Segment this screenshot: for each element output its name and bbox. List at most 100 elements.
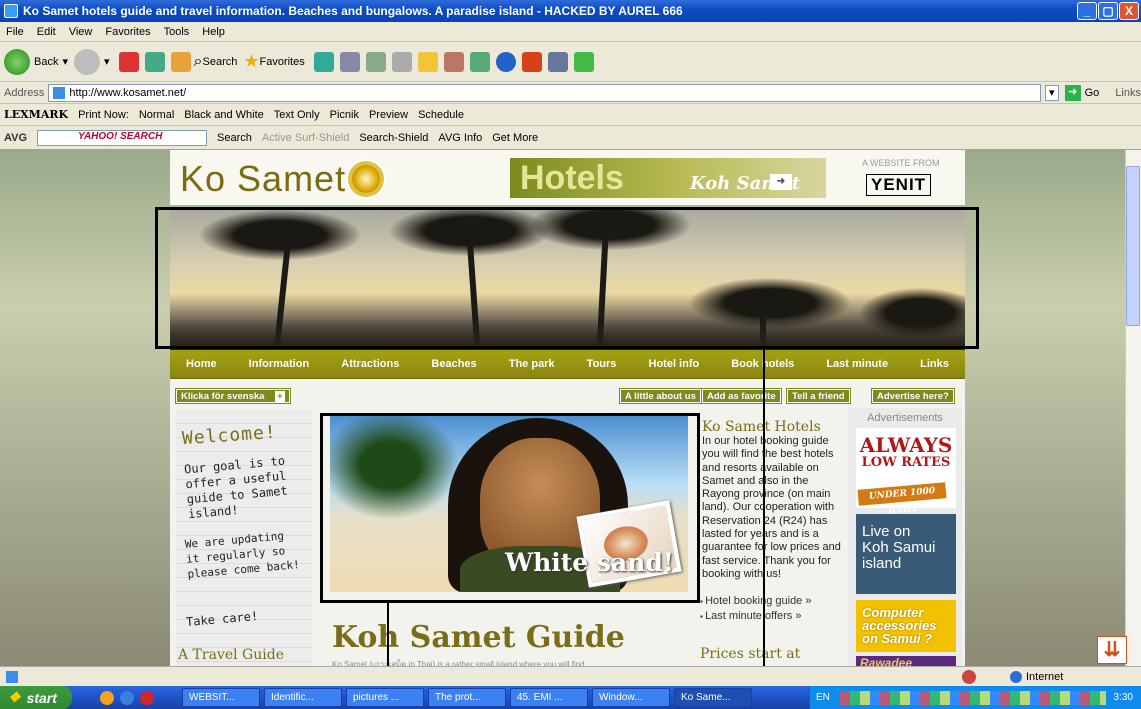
people-icon[interactable] <box>573 51 594 72</box>
bluetooth-icon[interactable] <box>495 51 516 72</box>
history-icon[interactable] <box>313 51 334 72</box>
nav-home[interactable]: Home <box>186 358 217 370</box>
avg-search-button[interactable]: Search <box>217 132 252 144</box>
quicklaunch-icon-3[interactable] <box>140 690 154 705</box>
welcome-text-1: Our goal is to offer a useful guide to S… <box>183 453 289 522</box>
menu-edit[interactable]: Edit <box>37 26 56 38</box>
language-indicator[interactable]: EN <box>816 692 830 703</box>
avg-info-button[interactable]: AVG Info <box>438 132 482 144</box>
back-arrow-icon <box>4 48 30 75</box>
mail-icon[interactable] <box>339 51 360 72</box>
welcome-text-2: We are updating it regularly so please c… <box>184 529 301 581</box>
nav-hotel-info[interactable]: Hotel info <box>649 358 700 370</box>
clock: 3:30 <box>1113 692 1133 703</box>
quicklaunch-icon-1[interactable] <box>100 690 114 705</box>
menu-tools[interactable]: Tools <box>164 26 190 38</box>
menu-view[interactable]: View <box>69 26 93 38</box>
about-us-button[interactable]: A little about us <box>619 388 702 404</box>
maximize-button[interactable]: ▢ <box>1098 2 1118 20</box>
prices-heading: Prices start at <box>700 646 801 662</box>
nav-beaches[interactable]: Beaches <box>431 358 476 370</box>
search-shield-button[interactable]: Search-Shield <box>359 132 428 144</box>
advertise-button[interactable]: Advertise here? <box>871 388 955 404</box>
lexmark-normal[interactable]: Normal <box>139 109 174 121</box>
hotels-banner[interactable]: Hotels Koh Samet ➜ <box>510 158 826 198</box>
hotel-booking-link[interactable]: ▪ Hotel booking guide » <box>700 594 811 609</box>
screen-icon[interactable] <box>547 51 568 72</box>
internet-globe-icon <box>1010 670 1022 683</box>
forward-button[interactable]: ▾ <box>74 48 110 75</box>
go-arrow-icon[interactable]: ➜ <box>1064 84 1081 101</box>
search-button[interactable]: ⌕ Search <box>194 53 238 71</box>
menu-help[interactable]: Help <box>202 26 225 38</box>
site-logo[interactable]: Ko Samet <box>180 158 346 200</box>
refresh-icon[interactable] <box>144 51 165 72</box>
avg-brand[interactable]: AVG <box>4 132 27 144</box>
task-identific[interactable]: Identific... <box>264 688 342 707</box>
active-surf-shield[interactable]: Active Surf-Shield <box>262 132 349 144</box>
tray-icons[interactable] <box>839 690 1106 705</box>
status-zone: Internet <box>1026 670 1064 683</box>
swedish-button[interactable]: Klicka för svenska + <box>175 388 291 404</box>
stop-icon[interactable] <box>118 51 139 72</box>
edit-icon[interactable] <box>391 51 412 72</box>
tell-friend-button[interactable]: Tell a friend <box>786 388 851 404</box>
status-bar: Internet <box>0 666 1141 686</box>
messenger-icon[interactable] <box>443 51 464 72</box>
task-websit[interactable]: WEBSIT... <box>182 688 260 707</box>
go-button[interactable]: Go <box>1085 87 1100 99</box>
guide-title: Koh Samet Guide <box>332 620 625 655</box>
nav-the-park[interactable]: The park <box>509 358 555 370</box>
hotels-heading: Ko Samet Hotels <box>702 419 821 435</box>
start-button[interactable]: ❖ start <box>0 686 72 709</box>
address-dropdown[interactable]: ▾ <box>1044 84 1059 101</box>
task-the-prot[interactable]: The prot... <box>428 688 506 707</box>
research-icon[interactable] <box>469 51 490 72</box>
nav-last-minute[interactable]: Last minute <box>826 358 888 370</box>
ad-rawadee[interactable]: Rawadee <box>856 656 956 666</box>
menu-file[interactable]: File <box>6 26 24 38</box>
yenit-logo[interactable]: YENIT <box>866 174 932 196</box>
addon-icon[interactable] <box>521 51 542 72</box>
menu-favorites[interactable]: Favorites <box>105 26 150 38</box>
lexmark-schedule[interactable]: Schedule <box>418 109 464 121</box>
standard-toolbar: Back ▾ ▾ ⌕ Search ★ Favorites <box>0 42 1141 82</box>
lexmark-bw[interactable]: Black and White <box>184 109 263 121</box>
favorites-button[interactable]: ★ Favorites <box>243 51 304 72</box>
print-icon[interactable] <box>365 51 386 72</box>
back-label: Back <box>34 55 59 68</box>
lexmark-brand[interactable]: LEXMARK <box>4 108 68 121</box>
nav-information[interactable]: Information <box>249 358 310 370</box>
add-favorite-button[interactable]: Add as favorite <box>701 388 782 404</box>
start-label: start <box>26 689 57 706</box>
ad-always-low-rates[interactable]: ALWAYS LOW RATES UNDER 1000 BAHT <box>856 428 956 516</box>
lexmark-preview[interactable]: Preview <box>369 109 408 121</box>
back-button[interactable]: Back ▾ <box>4 48 68 75</box>
quicklaunch-icon-2[interactable] <box>120 690 134 705</box>
arrow-right-icon: ➜ <box>770 174 792 190</box>
nav-attractions[interactable]: Attractions <box>341 358 399 370</box>
task-window[interactable]: Window... <box>592 688 670 707</box>
close-button[interactable]: X <box>1119 2 1139 20</box>
minimize-button[interactable]: _ <box>1077 2 1097 20</box>
lexmark-text-only[interactable]: Text Only <box>274 109 320 121</box>
get-more-button[interactable]: Get More <box>492 132 538 144</box>
nav-links[interactable]: Links <box>920 358 949 370</box>
last-minute-link[interactable]: ▪ Last minute offers » <box>700 609 811 624</box>
address-input[interactable]: http://www.kosamet.net/ <box>48 83 1041 102</box>
swedish-label: Klicka för svenska <box>181 391 265 402</box>
scroll-down-icon[interactable]: ⇊ <box>1097 636 1127 664</box>
task-pictures[interactable]: pictures ... <box>346 688 424 707</box>
ad-koh-samui[interactable]: Live on Koh Samui island <box>856 514 956 594</box>
home-icon[interactable] <box>170 51 191 72</box>
lexmark-picnik[interactable]: Picnik <box>330 109 359 121</box>
ad-computer-accessories[interactable]: Computer accessories on Samui ? <box>856 600 956 652</box>
nav-tours[interactable]: Tours <box>587 358 617 370</box>
scrollbar-thumb[interactable] <box>1126 166 1140 326</box>
links-button[interactable]: Links <box>1115 87 1141 99</box>
task-ko-samet[interactable]: Ko Same... <box>674 688 752 707</box>
address-url: http://www.kosamet.net/ <box>69 86 187 99</box>
folder-icon[interactable] <box>417 51 438 72</box>
yahoo-search-input[interactable]: YAHOO! SEARCH <box>37 129 208 146</box>
task-emi[interactable]: 45. EMI ... <box>510 688 588 707</box>
